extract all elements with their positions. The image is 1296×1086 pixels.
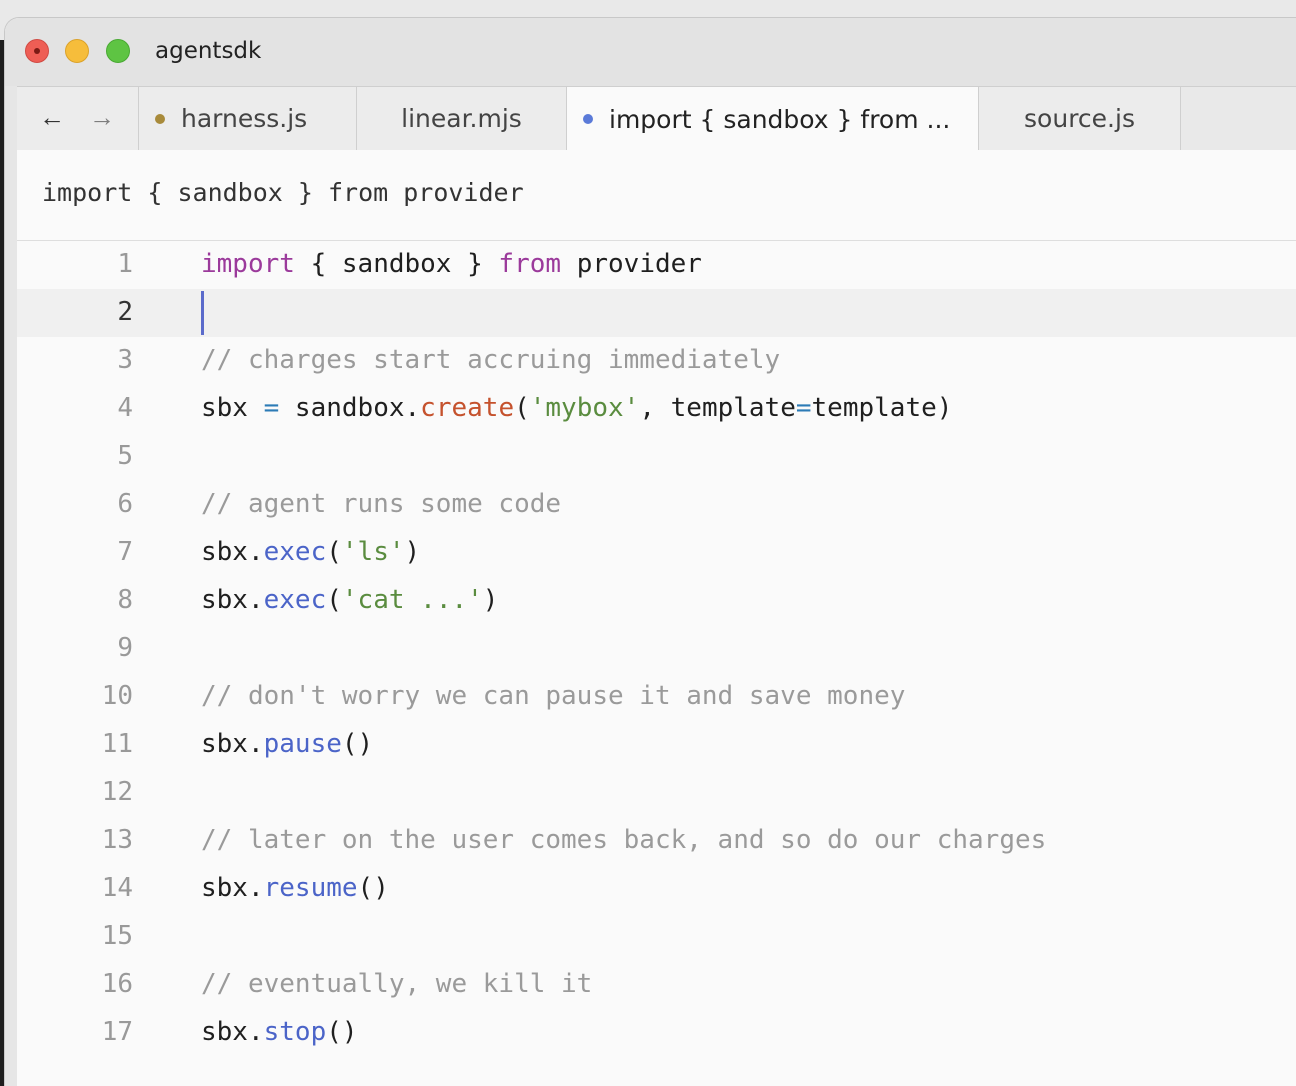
code-line[interactable]: 1 import { sandbox } from provider bbox=[17, 241, 1296, 289]
code-text: sbx.pause() bbox=[201, 729, 374, 759]
code-text: sbx.resume() bbox=[201, 873, 389, 903]
code-line[interactable]: 4 sbx = sandbox.create('mybox', template… bbox=[17, 385, 1296, 433]
code-line[interactable]: 3 // charges start accruing immediately bbox=[17, 337, 1296, 385]
tab-import-sandbox[interactable]: import { sandbox } from ... bbox=[567, 87, 979, 151]
line-number: 11 bbox=[101, 729, 133, 759]
modified-dot-icon bbox=[155, 113, 165, 124]
tab-linear-mjs[interactable]: linear.mjs bbox=[357, 87, 567, 150]
tab-harness-js[interactable]: harness.js bbox=[139, 87, 357, 150]
line-number: 1 bbox=[117, 249, 133, 279]
code-line[interactable]: 12 bbox=[17, 769, 1296, 817]
tab-label: import { sandbox } from ... bbox=[609, 104, 951, 134]
tab-label: source.js bbox=[1024, 104, 1135, 133]
line-number: 5 bbox=[117, 441, 133, 471]
code-line[interactable]: 14 sbx.resume() bbox=[17, 865, 1296, 913]
code-text: sbx.stop() bbox=[201, 1017, 358, 1047]
line-number: 15 bbox=[101, 921, 133, 951]
editor-window: agentsdk ← → harness.js linear.mjs impor… bbox=[5, 18, 1296, 1086]
forward-arrow-icon[interactable]: → bbox=[89, 102, 115, 133]
code-line[interactable]: 10 // don't worry we can pause it and sa… bbox=[17, 673, 1296, 721]
line-number: 13 bbox=[101, 825, 133, 855]
tab-bar: ← → harness.js linear.mjs import { sandb… bbox=[17, 87, 1296, 151]
code-line[interactable]: 11 sbx.pause() bbox=[17, 721, 1296, 769]
line-number: 10 bbox=[101, 681, 133, 711]
line-number: 3 bbox=[117, 345, 133, 375]
code-line[interactable]: 6 // agent runs some code bbox=[17, 481, 1296, 529]
line-number: 7 bbox=[117, 537, 133, 567]
modified-dot-icon bbox=[583, 114, 593, 124]
window-left-gutter bbox=[5, 86, 17, 1086]
line-number: 16 bbox=[101, 969, 133, 999]
code-text: import { sandbox } from provider bbox=[201, 249, 702, 279]
history-nav: ← → bbox=[17, 87, 139, 150]
tab-label: linear.mjs bbox=[401, 104, 522, 133]
code-text: sbx = sandbox.create('mybox', template=t… bbox=[201, 393, 953, 423]
close-window-button[interactable] bbox=[25, 39, 49, 63]
breadcrumb-text[interactable]: import { sandbox } from provider bbox=[42, 178, 524, 207]
code-line[interactable]: 13 // later on the user comes back, and … bbox=[17, 817, 1296, 865]
minimize-window-button[interactable] bbox=[65, 39, 89, 63]
line-number: 6 bbox=[117, 489, 133, 519]
line-number: 8 bbox=[117, 585, 133, 615]
back-arrow-icon[interactable]: ← bbox=[39, 102, 65, 133]
code-comment: // later on the user comes back, and so … bbox=[201, 825, 1047, 855]
code-line[interactable]: 7 sbx.exec('ls') bbox=[17, 529, 1296, 577]
code-line[interactable]: 5 bbox=[17, 433, 1296, 481]
titlebar: agentsdk bbox=[5, 18, 1296, 87]
code-text: sbx.exec('ls') bbox=[201, 537, 421, 567]
code-comment: // charges start accruing immediately bbox=[201, 345, 781, 375]
breadcrumb: import { sandbox } from provider bbox=[17, 150, 1296, 241]
code-line-current[interactable]: 2 bbox=[17, 289, 1296, 337]
code-comment: // don't worry we can pause it and save … bbox=[201, 681, 906, 711]
code-comment: // agent runs some code bbox=[201, 489, 562, 519]
maximize-window-button[interactable] bbox=[106, 39, 130, 63]
code-line[interactable]: 16 // eventually, we kill it bbox=[17, 961, 1296, 1009]
code-line[interactable]: 15 bbox=[17, 913, 1296, 961]
code-line[interactable]: 9 bbox=[17, 625, 1296, 673]
line-number: 4 bbox=[117, 393, 133, 423]
code-line[interactable]: 8 sbx.exec('cat ...') bbox=[17, 577, 1296, 625]
tab-source-js[interactable]: source.js bbox=[979, 87, 1181, 150]
line-number: 17 bbox=[101, 1017, 133, 1047]
code-editor[interactable]: 1 import { sandbox } from provider 2 3 /… bbox=[17, 241, 1296, 1086]
tab-label: harness.js bbox=[181, 104, 308, 133]
line-number: 2 bbox=[117, 297, 133, 327]
code-line[interactable]: 17 sbx.stop() bbox=[17, 1009, 1296, 1057]
line-number: 14 bbox=[101, 873, 133, 903]
line-number: 9 bbox=[117, 633, 133, 663]
code-comment: // eventually, we kill it bbox=[201, 969, 593, 999]
code-text: sbx.exec('cat ...') bbox=[201, 585, 499, 615]
text-cursor bbox=[201, 291, 204, 335]
window-title: agentsdk bbox=[155, 38, 262, 64]
line-number: 12 bbox=[101, 777, 133, 807]
